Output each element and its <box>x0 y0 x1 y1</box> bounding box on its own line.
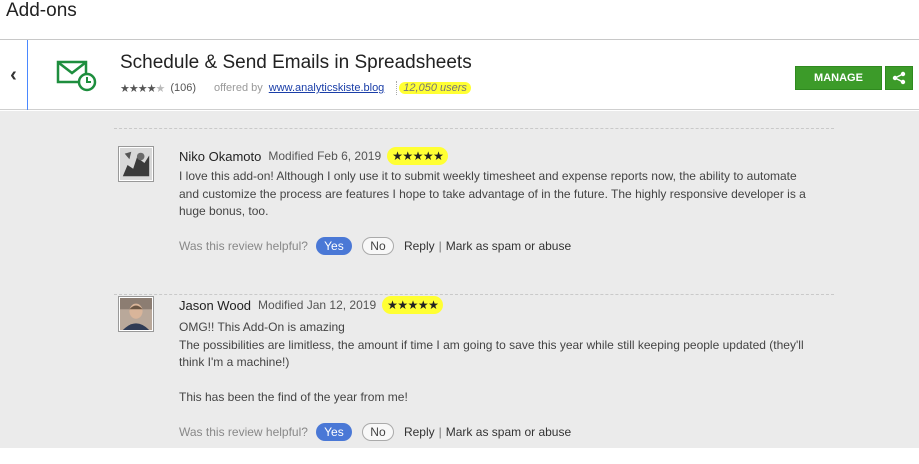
review-list: Niko Okamoto Modified Feb 6, 2019 ★★★★★ … <box>114 128 834 464</box>
rating-count: (106) <box>170 82 197 94</box>
chevron-left-icon: ‹ <box>10 63 17 86</box>
offered-by-label: offered by <box>214 82 263 94</box>
meta-separator <box>396 81 398 95</box>
share-button[interactable] <box>885 66 913 90</box>
review-line: The possibilities are limitless, the amo… <box>179 337 804 370</box>
addon-meta: ★★★★★ (106) offered by www.analyticskist… <box>120 81 471 95</box>
review-text: OMG!! This Add-On is amazing The possibi… <box>179 319 819 407</box>
avatar <box>118 296 154 332</box>
reviews-panel: Niko Okamoto Modified Feb 6, 2019 ★★★★★ … <box>0 111 919 448</box>
no-button[interactable]: No <box>361 423 394 441</box>
review-item: Niko Okamoto Modified Feb 6, 2019 ★★★★★ … <box>114 128 834 294</box>
developer-link[interactable]: www.analyticskiste.blog <box>269 82 385 94</box>
review-line <box>179 372 819 390</box>
review-line: This has been the find of the year from … <box>179 390 408 404</box>
review-line: OMG!! This Add-On is amazing <box>179 320 345 334</box>
yes-button[interactable]: Yes <box>315 423 352 441</box>
review-stars: ★★★★★ <box>382 296 444 314</box>
email-clock-icon <box>56 60 97 92</box>
link-separator: | <box>438 239 442 253</box>
review-date: Modified Jan 12, 2019 <box>258 298 377 312</box>
review-header: Niko Okamoto Modified Feb 6, 2019 ★★★★★ <box>179 147 449 165</box>
stars-off: ★ <box>155 82 165 95</box>
back-button[interactable]: ‹ <box>0 40 28 110</box>
avatar <box>118 146 154 182</box>
review-header: Jason Wood Modified Jan 12, 2019 ★★★★★ <box>179 296 444 314</box>
no-button[interactable]: No <box>361 237 394 255</box>
addon-header: ‹ Schedule & Send Emails in Spreadsheets… <box>0 40 919 110</box>
review-date: Modified Feb 6, 2019 <box>268 149 382 163</box>
reply-link[interactable]: Reply <box>404 239 435 253</box>
share-icon <box>892 71 906 85</box>
review-item: Jason Wood Modified Jan 12, 2019 ★★★★★ O… <box>114 294 834 464</box>
user-count: 12,050 users <box>399 82 471 94</box>
reviewer-name: Jason Wood <box>179 297 252 313</box>
page-title: Add-ons <box>6 0 77 21</box>
spam-link[interactable]: Mark as spam or abuse <box>446 425 571 439</box>
reviewer-name: Niko Okamoto <box>179 148 262 164</box>
manage-button[interactable]: MANAGE <box>795 66 882 90</box>
helpful-question: Was this review helpful? <box>179 425 308 439</box>
helpful-row: Was this review helpful? Yes No Reply | … <box>179 237 571 255</box>
spam-link[interactable]: Mark as spam or abuse <box>446 239 571 253</box>
helpful-question: Was this review helpful? <box>179 239 308 253</box>
helpful-row: Was this review helpful? Yes No Reply | … <box>179 423 571 441</box>
review-stars: ★★★★★ <box>387 147 449 165</box>
review-text: I love this add-on! Although I only use … <box>179 169 806 218</box>
reply-link[interactable]: Reply <box>404 425 435 439</box>
stars-on: ★★★★ <box>120 82 156 95</box>
link-separator: | <box>438 425 442 439</box>
yes-button[interactable]: Yes <box>315 237 352 255</box>
rating-stars: ★★★★★ <box>120 82 165 95</box>
addon-title: Schedule & Send Emails in Spreadsheets <box>120 52 472 73</box>
